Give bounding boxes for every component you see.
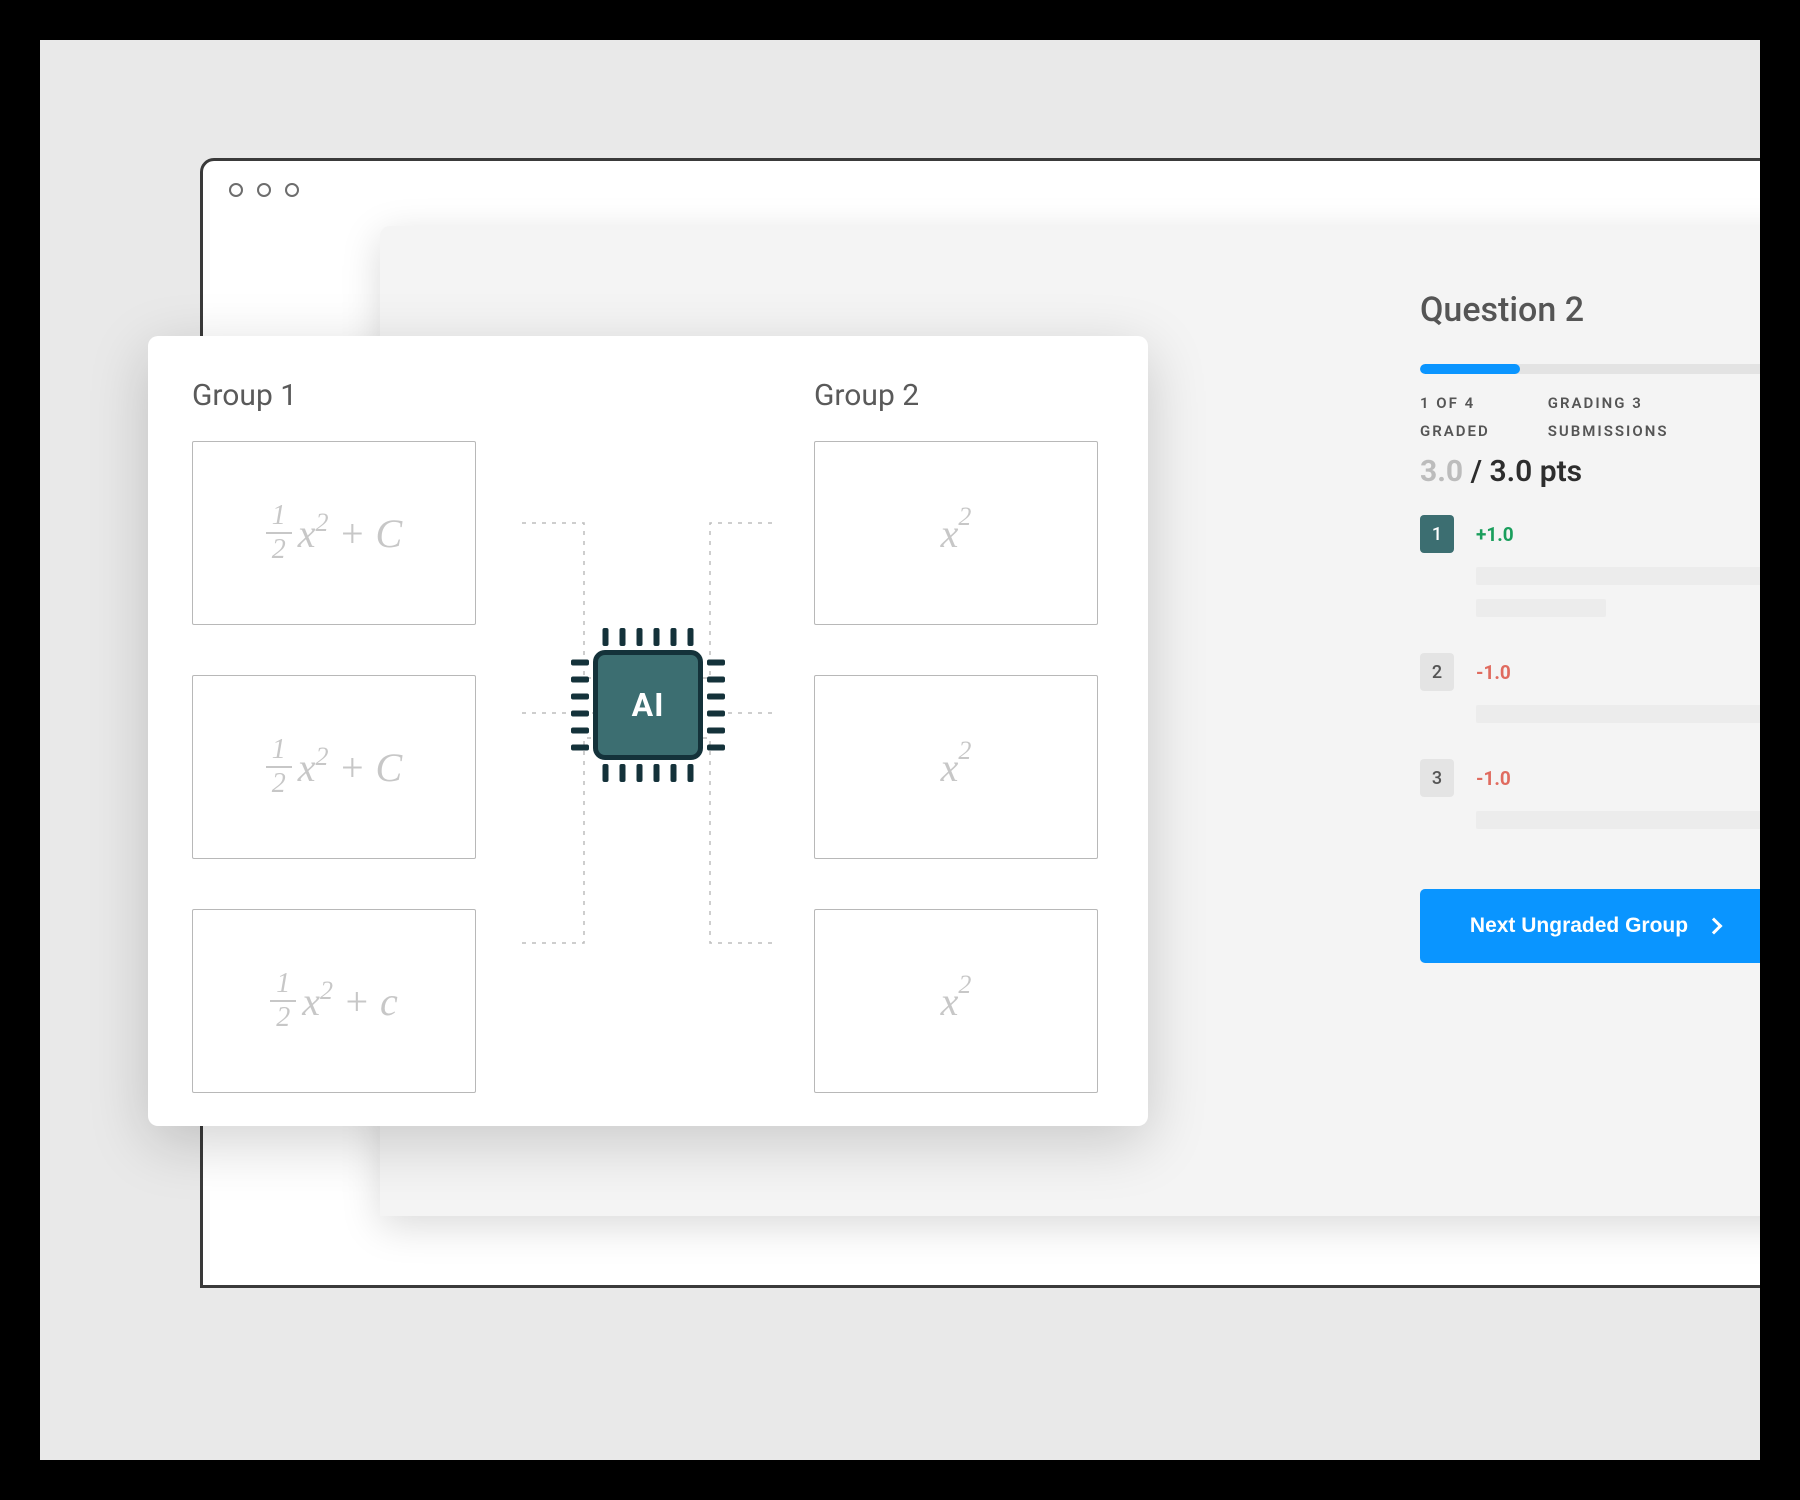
- ai-connector-column: AI: [522, 378, 774, 1093]
- stat-grading-count: GRADING 3: [1548, 394, 1669, 412]
- score-total: 3.0 pts: [1489, 454, 1582, 489]
- answer-groups-card: Group 1 12 x2 + C 12 x2 + C 12 x2 + c: [148, 336, 1148, 1126]
- answer-thumbnail[interactable]: 12 x2 + C: [192, 675, 476, 859]
- rubric-points: +1.0: [1476, 523, 1514, 546]
- progress-bar: [1420, 364, 1760, 374]
- rubric-number[interactable]: 3: [1420, 759, 1454, 797]
- question-title: Question 2: [1420, 290, 1760, 330]
- grade-panel: Question 2 GROUP 1 1 OF 4 GRADED GRADING…: [1420, 290, 1760, 963]
- chevron-right-icon: [1706, 918, 1723, 935]
- rubric-points: -1.0: [1476, 767, 1511, 790]
- group1-title: Group 1: [192, 378, 482, 413]
- ai-chip-label: AI: [593, 650, 703, 760]
- rubric-description-placeholder: [1476, 811, 1760, 829]
- window-dot: [229, 183, 243, 197]
- rubric-description-placeholder: [1476, 567, 1760, 585]
- window-dot: [285, 183, 299, 197]
- rubric-number[interactable]: 2: [1420, 653, 1454, 691]
- rubric-item[interactable]: 2 -1.0: [1420, 653, 1760, 723]
- group2-answers: x2 x2 x2: [814, 441, 1104, 1093]
- next-ungraded-group-button[interactable]: Next Ungraded Group: [1420, 889, 1760, 963]
- answer-thumbnail[interactable]: x2: [814, 675, 1098, 859]
- answer-thumbnail[interactable]: x2: [814, 441, 1098, 625]
- stage: Question 2 GROUP 1 1 OF 4 GRADED GRADING…: [40, 40, 1760, 1460]
- score-separator: /: [1463, 454, 1489, 489]
- progress-fill: [1420, 364, 1520, 374]
- group1-answers: 12 x2 + C 12 x2 + C 12 x2 + c: [192, 441, 482, 1093]
- rubric-list: 1 +1.0 2 -1.0 3 -1.0: [1420, 515, 1760, 829]
- rubric-points: -1.0: [1476, 661, 1511, 684]
- next-button-label: Next Ungraded Group: [1470, 914, 1688, 938]
- answer-thumbnail[interactable]: 12 x2 + C: [192, 441, 476, 625]
- rubric-number[interactable]: 1: [1420, 515, 1454, 553]
- stat-graded-count: 1 OF 4: [1420, 394, 1490, 412]
- group2-title: Group 2: [814, 378, 1104, 413]
- window-controls: [229, 183, 299, 197]
- rubric-item[interactable]: 3 -1.0: [1420, 759, 1760, 829]
- rubric-description-placeholder: [1476, 599, 1606, 617]
- rubric-item[interactable]: 1 +1.0: [1420, 515, 1760, 617]
- answer-thumbnail[interactable]: x2: [814, 909, 1098, 1093]
- rubric-description-placeholder: [1476, 705, 1760, 723]
- answer-thumbnail[interactable]: 12 x2 + c: [192, 909, 476, 1093]
- ai-chip-icon: AI: [573, 630, 723, 780]
- stats-row: 1 OF 4 GRADED GRADING 3 SUBMISSIONS: [1420, 394, 1760, 440]
- stat-graded-label: GRADED: [1420, 422, 1490, 440]
- window-dot: [257, 183, 271, 197]
- stat-submissions-label: SUBMISSIONS: [1548, 422, 1669, 440]
- score-line: 3.0 / 3.0 pts: [1420, 454, 1760, 489]
- score-earned: 3.0: [1420, 454, 1463, 489]
